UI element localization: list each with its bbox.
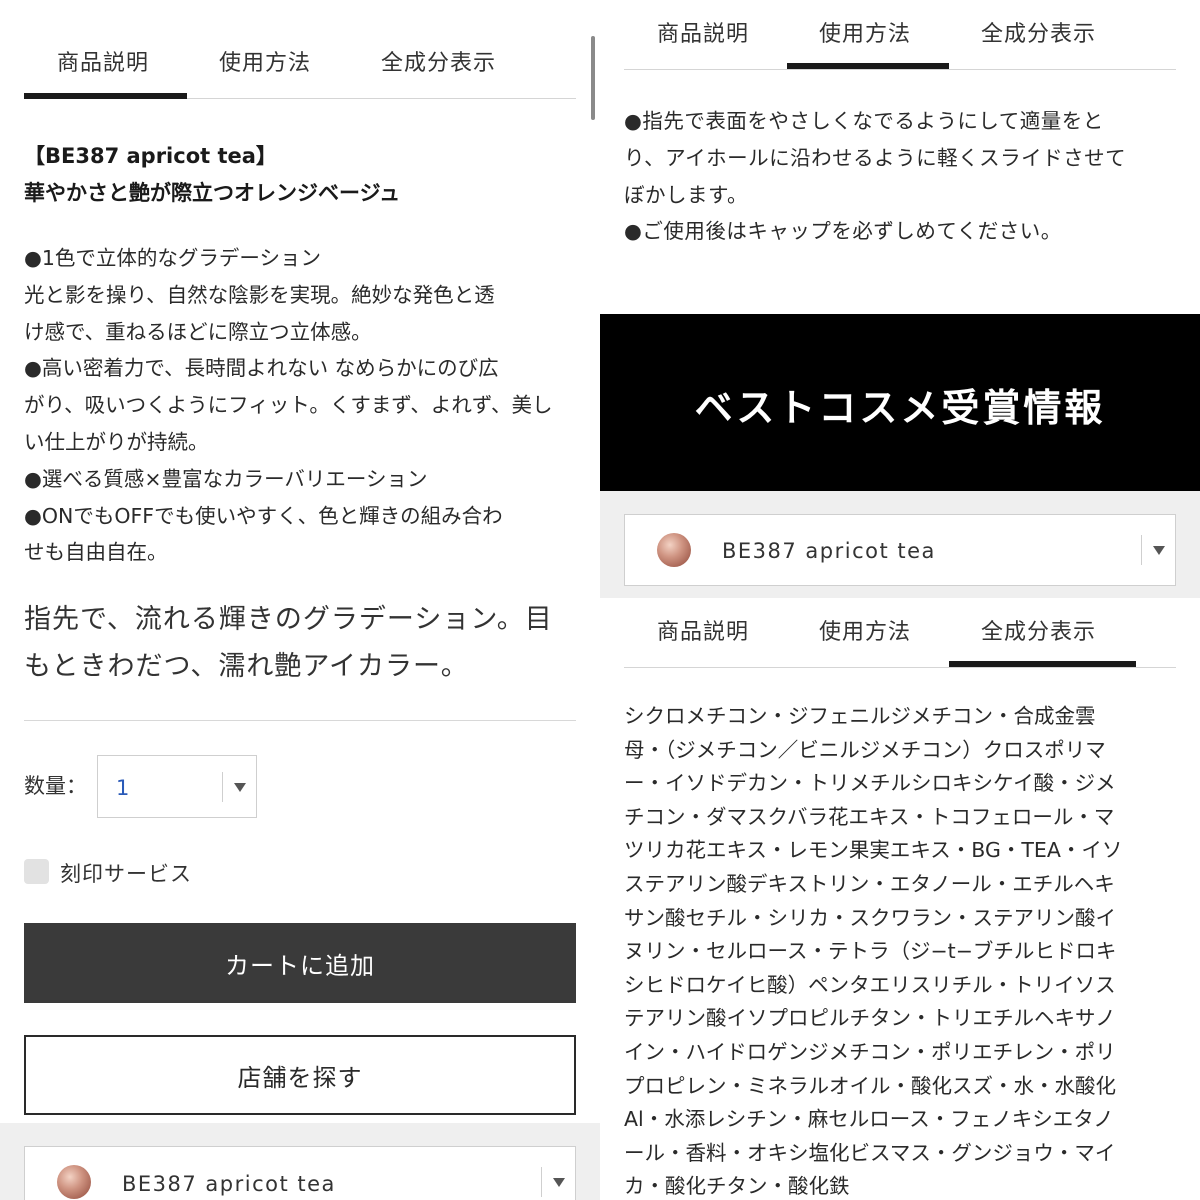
product-shade-title: 【BE387 apricot tea】 (24, 144, 277, 168)
chevron-down-icon (1153, 546, 1165, 555)
engraving-checkbox[interactable] (24, 859, 49, 884)
select-divider (541, 1167, 542, 1197)
usage-line: ぼかします。 (624, 182, 748, 207)
active-tab-indicator (24, 93, 187, 99)
usage-line: ●指先で表面をやさしくなでるようにして適量をと (624, 109, 1104, 133)
tab-all-ingredients[interactable]: 全成分表示 (981, 16, 1096, 48)
engraving-label[interactable]: 刻印サービス (60, 858, 192, 888)
ingredients-line: テアリン酸イソプロピルチタン・トリエチルヘキサノ (624, 1006, 1116, 1031)
add-to-cart-button[interactable]: カートに追加 (24, 923, 576, 1003)
find-store-button[interactable]: 店舗を探す (24, 1035, 576, 1115)
tab-divider (624, 69, 1176, 70)
ingredients-line: シクロメチコン・ジフェニルジメチコン・合成金雲 (624, 704, 1096, 728)
ingredients-line: Al・水添レシチン・麻セルロース・フェノキシエタノ (624, 1107, 1114, 1132)
usage-instructions: ●指先で表面をやさしくなでるようにして適量をと り、アイホールに沿わせるように軽… (624, 103, 1126, 250)
tab-all-ingredients[interactable]: 全成分表示 (981, 614, 1096, 646)
usage-line: ●ご使用後はキャップを必ずしめてください。 (624, 219, 1062, 244)
quantity-value: 1 (116, 776, 130, 800)
section-divider (24, 720, 576, 721)
ingredients-line: ステアリン酸デキストリン・エタノール・エチルヘキ (624, 871, 1115, 896)
product-tagline: 指先で、流れる輝きのグラデーション。目 もときわだつ、濡れ艶アイカラー。 (24, 596, 553, 690)
tab-divider (624, 667, 1176, 668)
ingredients-line: カ・酸化チタン・酸化鉄 (624, 1174, 850, 1199)
product-description: ●1色で立体的なグラデーション 光と影を操り、自然な陰影を実現。絶妙な発色と透 … (24, 240, 584, 571)
usage-line: り、アイホールに沿わせるように軽くスライドさせて (624, 145, 1127, 170)
chevron-down-icon (553, 1178, 565, 1187)
quantity-select[interactable]: 1 (97, 755, 257, 818)
description-line: ●高い密着力で、長時間よれない なめらかにのび広 (24, 356, 499, 381)
product-heading: 【BE387 apricot tea】 華やかさと艶が際立つオレンジベージュ (24, 138, 400, 212)
ingredients-line: ール・香料・オキシ塩化ビスマス・グンジョウ・マイ (624, 1140, 1116, 1165)
tagline-line: 指先で、流れる輝きのグラデーション。目 (24, 604, 553, 635)
ingredients-line: チコン・ダマスクバラ花エキス・トコフェロール・マ (624, 804, 1115, 829)
shade-swatch (57, 1165, 91, 1199)
tab-how-to-use[interactable]: 使用方法 (819, 614, 911, 646)
tagline-line: もときわだつ、濡れ艶アイカラー。 (24, 651, 469, 682)
description-line: ●ONでもOFFでも使いやすく、色と輝きの組み合わ (24, 503, 503, 528)
tab-product-description[interactable]: 商品説明 (657, 614, 749, 646)
ingredients-line: サン酸セチル・シリカ・スクワラン・ステアリン酸イ (624, 905, 1116, 930)
product-subtitle: 華やかさと艶が際立つオレンジベージュ (24, 181, 401, 205)
shade-select[interactable]: BE387 apricot tea (24, 1146, 576, 1200)
tab-all-ingredients[interactable]: 全成分表示 (381, 45, 496, 77)
active-tab-indicator (949, 661, 1136, 667)
description-line: け感で、重ねるほどに際立つ立体感。 (24, 319, 372, 344)
shade-select[interactable]: BE387 apricot tea (624, 514, 1176, 586)
ingredients-line: ツリカ花エキス・レモン果実エキス・BG・TEA・イソ (624, 838, 1123, 863)
description-line: 光と影を操り、自然な陰影を実現。絶妙な発色と透 (24, 282, 495, 307)
description-line: い仕上がりが持続。 (24, 429, 209, 454)
ingredients-line: ー・イソドデカン・トリメチルシロキシケイ酸・ジメ (624, 771, 1116, 796)
ingredients-line: シヒドロケイヒ酸）ペンタエリスリチル・トリイソス (624, 972, 1116, 997)
quantity-label: 数量： (24, 774, 87, 798)
tab-product-description[interactable]: 商品説明 (57, 45, 149, 77)
ingredients-list: シクロメチコン・ジフェニルジメチコン・合成金雲 母・（ジメチコン／ビニルジメチコ… (624, 700, 1122, 1200)
chevron-down-icon (234, 783, 246, 792)
select-divider (222, 772, 223, 802)
description-line: ●1色で立体的なグラデーション (24, 246, 322, 270)
best-cosme-banner[interactable]: ベストコスメ受賞情報 (600, 314, 1200, 491)
shade-name: BE387 apricot tea (722, 539, 936, 563)
active-tab-indicator (787, 63, 949, 69)
tab-how-to-use[interactable]: 使用方法 (819, 16, 911, 48)
ingredients-line: ヌリン・セルロース・テトラ（ジ−t−ブチルヒドロキ (624, 939, 1117, 964)
usage-ingredients-panel: 商品説明 使用方法 全成分表示 ●指先で表面をやさしくなでるようにして適量をと … (600, 0, 1200, 1200)
product-detail-panel: 商品説明 使用方法 全成分表示 【BE387 apricot tea】 華やかさ… (0, 0, 600, 1200)
select-divider (1141, 535, 1142, 565)
ingredients-line: 母・（ジメチコン／ビニルジメチコン）クロスポリマ (624, 737, 1106, 762)
shade-name: BE387 apricot tea (122, 1172, 336, 1196)
scrollbar[interactable] (591, 36, 595, 120)
ingredients-line: プロピレン・ミネラルオイル・酸化スズ・水・水酸化 (624, 1073, 1116, 1098)
description-line: ●選べる質感×豊富なカラーバリエーション (24, 466, 428, 491)
tab-product-description[interactable]: 商品説明 (657, 16, 749, 48)
description-line: がり、吸いつくようにフィット。くすまず、よれず、美し (24, 393, 553, 418)
description-line: せも自由自在。 (24, 540, 168, 565)
shade-swatch (657, 533, 691, 567)
tab-how-to-use[interactable]: 使用方法 (219, 45, 311, 77)
ingredients-line: イン・ハイドロゲンジメチコン・ポリエチレン・ポリ (624, 1039, 1116, 1064)
